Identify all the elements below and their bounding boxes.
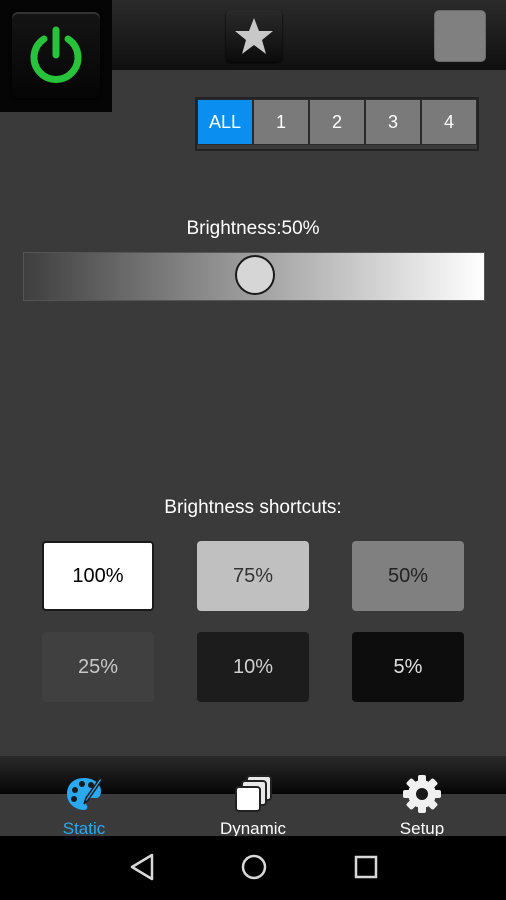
group-selector: ALL 1 2 3 4: [195, 97, 479, 151]
back-icon[interactable]: [128, 852, 156, 882]
recents-icon[interactable]: [352, 852, 380, 882]
nav-static[interactable]: Static: [29, 764, 139, 838]
shortcut-button[interactable]: 75%: [197, 541, 309, 611]
group-tab-3[interactable]: 3: [365, 99, 421, 145]
palette-icon: [67, 776, 103, 810]
group-tab-4[interactable]: 4: [421, 99, 477, 145]
slider-thumb[interactable]: [235, 255, 275, 295]
nav-dynamic[interactable]: Dynamic: [198, 764, 308, 838]
group-tab-all[interactable]: ALL: [197, 99, 253, 145]
brightness-label: Brightness:50%: [186, 218, 320, 239]
gear-icon: [403, 775, 441, 813]
power-icon: [30, 26, 82, 83]
layers-icon: [235, 775, 272, 812]
system-navigation-bar: [0, 836, 506, 900]
star-icon: [235, 18, 273, 54]
power-panel: [0, 0, 112, 112]
shortcut-button[interactable]: 50%: [352, 541, 464, 611]
bottom-nav: Static Dynamic Setup: [0, 756, 506, 838]
shortcut-button[interactable]: 10%: [197, 632, 309, 702]
favorite-button[interactable]: [226, 10, 282, 62]
group-tab-1[interactable]: 1: [253, 99, 309, 145]
shortcut-button[interactable]: 25%: [42, 632, 154, 702]
power-button[interactable]: [12, 12, 100, 98]
home-icon[interactable]: [239, 852, 269, 882]
nav-setup[interactable]: Setup: [367, 764, 477, 838]
shortcut-button[interactable]: 5%: [352, 632, 464, 702]
group-tab-2[interactable]: 2: [309, 99, 365, 145]
shortcut-button[interactable]: 100%: [42, 541, 154, 611]
brightness-slider[interactable]: [23, 252, 485, 301]
shortcuts-label: Brightness shortcuts:: [164, 497, 342, 518]
current-color-swatch[interactable]: [434, 10, 486, 62]
